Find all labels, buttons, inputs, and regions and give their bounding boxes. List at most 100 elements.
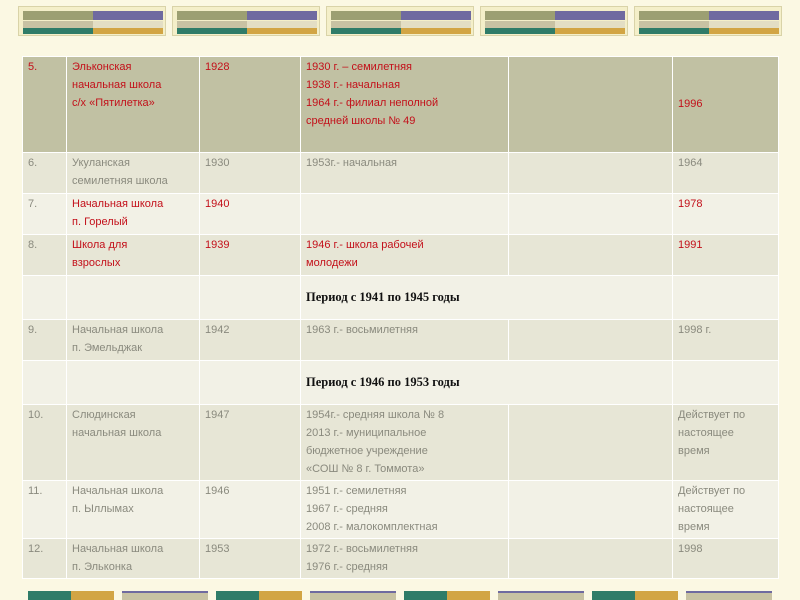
closed-year-line: Действует по bbox=[678, 485, 746, 497]
school-name-line: Начальная школа bbox=[72, 543, 164, 555]
closed-year: 1991 bbox=[672, 234, 779, 276]
school-name: Слюдинская начальная школа bbox=[66, 404, 200, 481]
row-number-line: 6. bbox=[28, 157, 38, 169]
decor-block bbox=[634, 6, 782, 36]
school-name-line: начальная школа bbox=[72, 427, 162, 439]
table-row: 11. Начальная школа п. Ыллымах 1946 1951 г.… bbox=[22, 480, 779, 539]
table-row: 8. Школа для взрослых 1939 1946 г.- школа ра… bbox=[22, 234, 779, 276]
school-name: Начальная школа п. Эльконка bbox=[66, 538, 200, 579]
opened-year: 1946 bbox=[199, 480, 301, 539]
history-line: 1963 г.- восьмилетняя bbox=[306, 324, 418, 336]
decor-strip bbox=[216, 591, 302, 600]
period-row: Период с 1941 по 1945 годы bbox=[22, 275, 779, 320]
opened-year: 1939 bbox=[199, 234, 301, 276]
empty-cell bbox=[508, 480, 673, 539]
history-line: 1954г.- средняя школа № 8 bbox=[306, 409, 445, 421]
school-name-line: Эльконская bbox=[72, 61, 132, 73]
school-name-line: п. Горелый bbox=[72, 216, 128, 228]
history-line: 1930 г. – семилетняя bbox=[306, 61, 413, 73]
closed-year: 1978 bbox=[672, 193, 779, 235]
closed-year-line: настоящее bbox=[678, 427, 734, 439]
row-number-line: 10. bbox=[28, 409, 44, 421]
empty-cell bbox=[199, 360, 301, 405]
school-name-line: Укуланская bbox=[72, 157, 130, 169]
empty-cell bbox=[22, 360, 67, 405]
closed-year-line: время bbox=[678, 521, 710, 533]
history-line: средней школы № 49 bbox=[306, 115, 416, 127]
decor-strip bbox=[404, 591, 490, 600]
empty-cell bbox=[672, 360, 779, 405]
decor-block bbox=[480, 6, 628, 36]
schools-table: 5. Эльконская начальная школа с/х «Пятилетк… bbox=[22, 56, 779, 579]
empty-cell bbox=[22, 275, 67, 320]
school-name-line: Школа для bbox=[72, 239, 128, 251]
bottom-decoration bbox=[0, 588, 800, 600]
history-line: бюджетное учреждение bbox=[306, 445, 428, 457]
row-number: 9. bbox=[22, 319, 67, 361]
history-line: 1967 г.- средняя bbox=[306, 503, 388, 515]
opened-year-line: 1946 bbox=[205, 485, 230, 497]
opened-year: 1930 bbox=[199, 152, 301, 194]
period-row: Период с 1946 по 1953 годы bbox=[22, 360, 779, 405]
history: 1953г.- начальная bbox=[300, 152, 509, 194]
history: 1930 г. – семилетняя 1938 г.- начальная 19… bbox=[300, 56, 509, 153]
table-row: 10. Слюдинская начальная школа 1947 1954г.- … bbox=[22, 404, 779, 481]
closed-year: 1996 bbox=[672, 56, 779, 153]
row-number-line: 7. bbox=[28, 198, 38, 210]
history: 1946 г.- школа рабочей молодежи bbox=[300, 234, 509, 276]
table-row: 5. Эльконская начальная школа с/х «Пятилетк… bbox=[22, 56, 779, 153]
opened-year-line: 1928 bbox=[205, 61, 230, 73]
row-number: 7. bbox=[22, 193, 67, 235]
school-name: Начальная школа п. Эмельджак bbox=[66, 319, 200, 361]
closed-year-line: Действует по bbox=[678, 409, 746, 421]
decor-strip bbox=[310, 591, 396, 600]
empty-cell bbox=[508, 193, 673, 235]
closed-year-line: время bbox=[678, 445, 710, 457]
school-name-line: п. Эмельджак bbox=[72, 342, 143, 354]
school-name-line: п. Эльконка bbox=[72, 561, 133, 573]
school-name: Эльконская начальная школа с/х «Пятилетка» bbox=[66, 56, 200, 153]
school-name-line: Начальная школа bbox=[72, 324, 164, 336]
empty-cell bbox=[508, 538, 673, 579]
history: 1963 г.- восьмилетняя bbox=[300, 319, 509, 361]
empty-cell bbox=[508, 234, 673, 276]
history-line: 1972 г.- восьмилетняя bbox=[306, 543, 418, 555]
table-row: 9. Начальная школа п. Эмельджак 1942 1963 г… bbox=[22, 319, 779, 361]
row-number-line: 5. bbox=[28, 61, 38, 73]
school-name: Укуланская семилетняя школа bbox=[66, 152, 200, 194]
history-line: 1938 г.- начальная bbox=[306, 79, 401, 91]
opened-year-line: 1940 bbox=[205, 198, 230, 210]
table-row: 12. Начальная школа п. Эльконка 1953 1972 г.… bbox=[22, 538, 779, 579]
opened-year-line: 1953 bbox=[205, 543, 230, 555]
history-line: 1976 г.- средняя bbox=[306, 561, 388, 573]
history bbox=[300, 193, 509, 235]
school-name-line: Начальная школа bbox=[72, 485, 164, 497]
table-row: 6. Укуланская семилетняя школа 1930 1953г.- … bbox=[22, 152, 779, 194]
decor-block bbox=[18, 6, 166, 36]
opened-year-line: 1942 bbox=[205, 324, 230, 336]
history-line: 1946 г.- школа рабочей bbox=[306, 239, 424, 251]
decor-strip bbox=[592, 591, 678, 600]
empty-cell bbox=[508, 56, 673, 153]
school-name-line: начальная школа bbox=[72, 79, 162, 91]
school-name: Начальная школа п. Горелый bbox=[66, 193, 200, 235]
opened-year: 1953 bbox=[199, 538, 301, 579]
row-number-line: 11. bbox=[28, 485, 43, 497]
opened-year: 1940 bbox=[199, 193, 301, 235]
decor-strip bbox=[28, 591, 114, 600]
history: 1951 г.- семилетняя 1967 г.- средняя 2008 … bbox=[300, 480, 509, 539]
decor-block bbox=[326, 6, 474, 36]
closed-year-line: 1991 bbox=[678, 239, 703, 251]
row-number-line: 12. bbox=[28, 543, 44, 555]
opened-year: 1942 bbox=[199, 319, 301, 361]
opened-year-line: 1939 bbox=[205, 239, 230, 251]
row-number: 10. bbox=[22, 404, 67, 481]
decor-strip bbox=[686, 591, 772, 600]
empty-cell bbox=[508, 152, 673, 194]
history-line: 2008 г.- малокомплектная bbox=[306, 521, 438, 533]
closed-year: Действует по настоящее время bbox=[672, 480, 779, 539]
closed-year: 1998 г. bbox=[672, 319, 779, 361]
row-number: 11. bbox=[22, 480, 67, 539]
history: 1972 г.- восьмилетняя 1976 г.- средняя bbox=[300, 538, 509, 579]
history-line: 2013 г.- муниципальное bbox=[306, 427, 427, 439]
